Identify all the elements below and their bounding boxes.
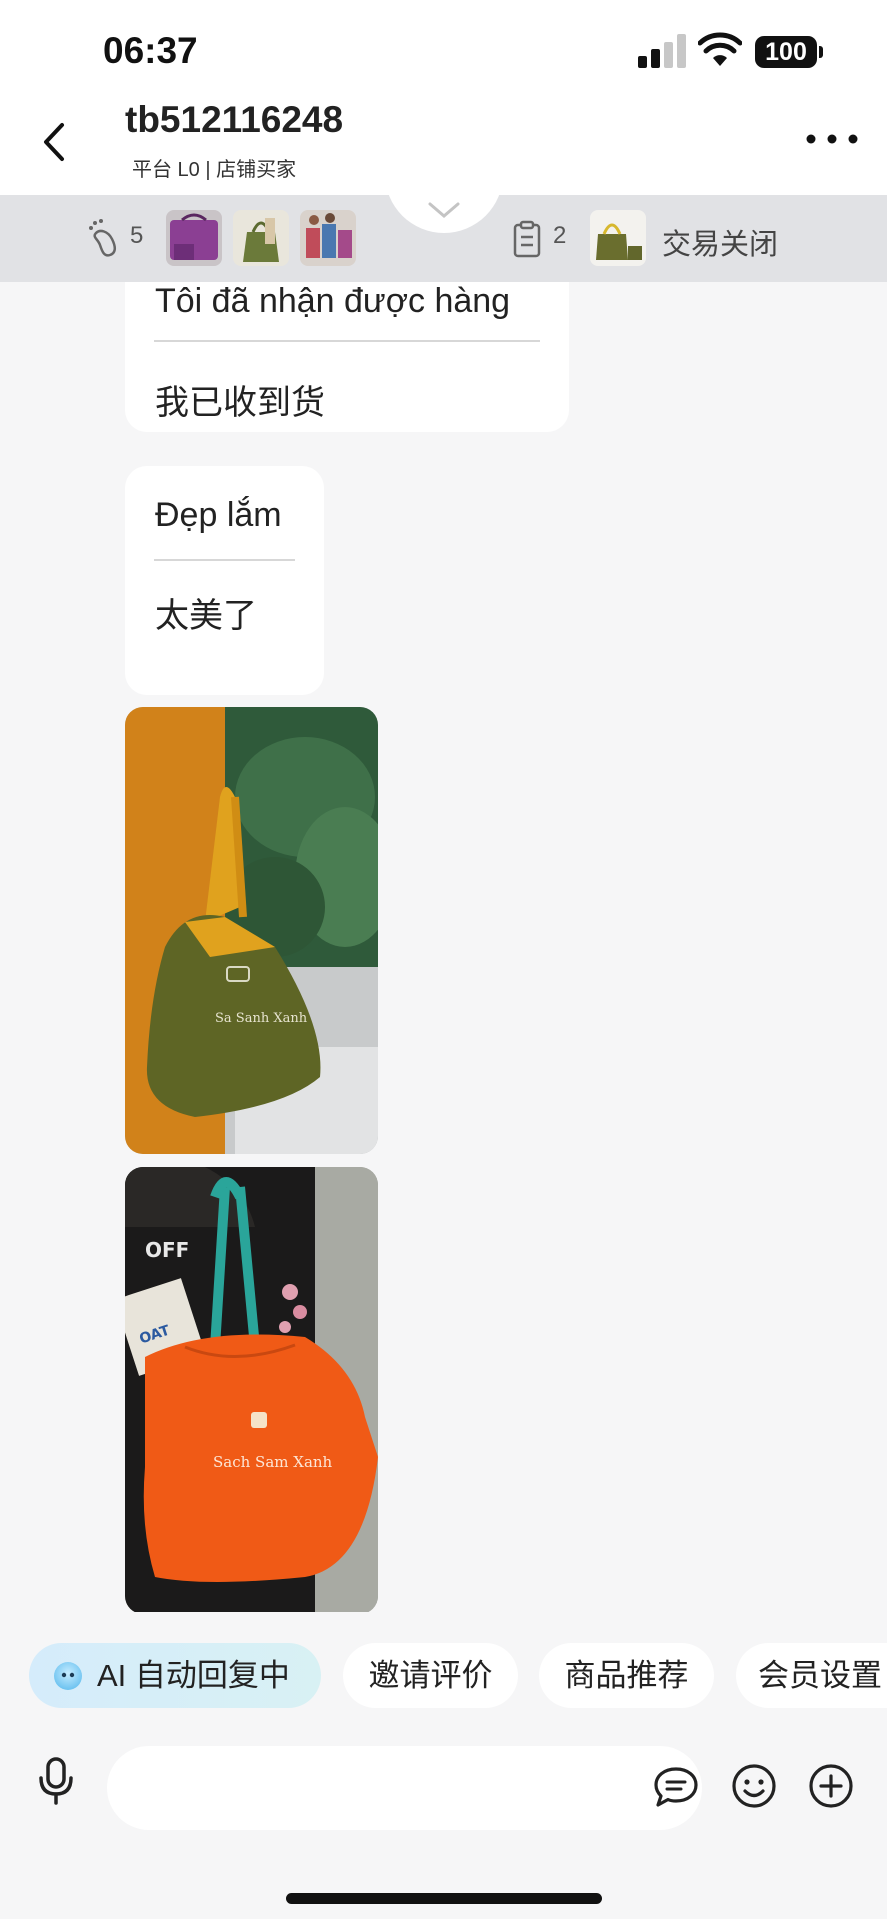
message-translation-text: 太美了 (155, 597, 257, 635)
product-recommend-chip[interactable]: 商品推荐 (539, 1643, 714, 1708)
quick-reply-icon[interactable] (653, 1766, 699, 1808)
translation-divider (154, 559, 295, 561)
deal-status: 交易关闭 (662, 229, 779, 261)
viewed-product-thumb[interactable] (233, 210, 289, 266)
viewed-product-thumb[interactable] (300, 210, 356, 266)
ai-auto-reply-chip[interactable]: AI 自动回复中 (29, 1643, 321, 1708)
message-original-text: Tôi đã nhận được hàng (155, 282, 511, 320)
home-indicator (286, 1893, 602, 1904)
svg-text:OFF: OFF (145, 1238, 189, 1262)
message-input[interactable] (107, 1746, 702, 1830)
message-translation-text: 我已收到货 (155, 384, 325, 422)
svg-text:Sach Sam Xanh: Sach Sam Xanh (213, 1453, 333, 1471)
ai-assistant-icon (54, 1662, 82, 1690)
chat-message-list[interactable]: Tôi đã nhận được hàng 我已收到货 Đẹp lắm 太美了 … (0, 282, 887, 1612)
message-input-bar (0, 1728, 887, 1919)
chevron-down-icon (428, 202, 460, 218)
ellipsis-icon[interactable] (805, 127, 859, 151)
chat-title: tb512116248 (125, 99, 344, 140)
order-count: 2 (553, 222, 567, 249)
message-photo[interactable]: Sa Sanh Xanh (125, 707, 378, 1154)
message-bubble[interactable]: Đẹp lắm 太美了 (125, 466, 324, 695)
footprint-icon[interactable] (86, 219, 122, 259)
order-icon[interactable] (512, 220, 542, 258)
signal-bars-icon (638, 34, 686, 68)
battery-indicator: 100 (755, 36, 823, 68)
emoji-icon[interactable] (731, 1763, 777, 1809)
viewed-product-thumb[interactable] (166, 210, 222, 266)
message-original-text: Đẹp lắm (155, 496, 282, 534)
wifi-icon (698, 32, 742, 66)
plus-icon[interactable] (808, 1763, 854, 1809)
chat-subtitle: 平台 L0 | 店铺买家 (132, 159, 297, 181)
microphone-icon[interactable] (36, 1756, 76, 1806)
message-photo[interactable]: OFF OAT Sach Sam Xanh (125, 1167, 378, 1612)
message-bubble[interactable]: Tôi đã nhận được hàng 我已收到货 (125, 282, 569, 432)
status-bar: 06:37 100 (0, 0, 887, 95)
svg-text:Sa Sanh Xanh: Sa Sanh Xanh (215, 1011, 308, 1026)
translation-divider (154, 340, 540, 342)
footprint-count: 5 (130, 222, 144, 249)
member-settings-chip[interactable]: 会员设置 (736, 1643, 887, 1708)
order-product-thumb[interactable] (590, 210, 646, 266)
ai-auto-reply-label: AI 自动回复中 (97, 1658, 290, 1693)
status-time: 06:37 (103, 30, 198, 71)
chevron-left-icon[interactable] (36, 119, 70, 165)
invite-review-chip[interactable]: 邀请评价 (343, 1643, 518, 1708)
